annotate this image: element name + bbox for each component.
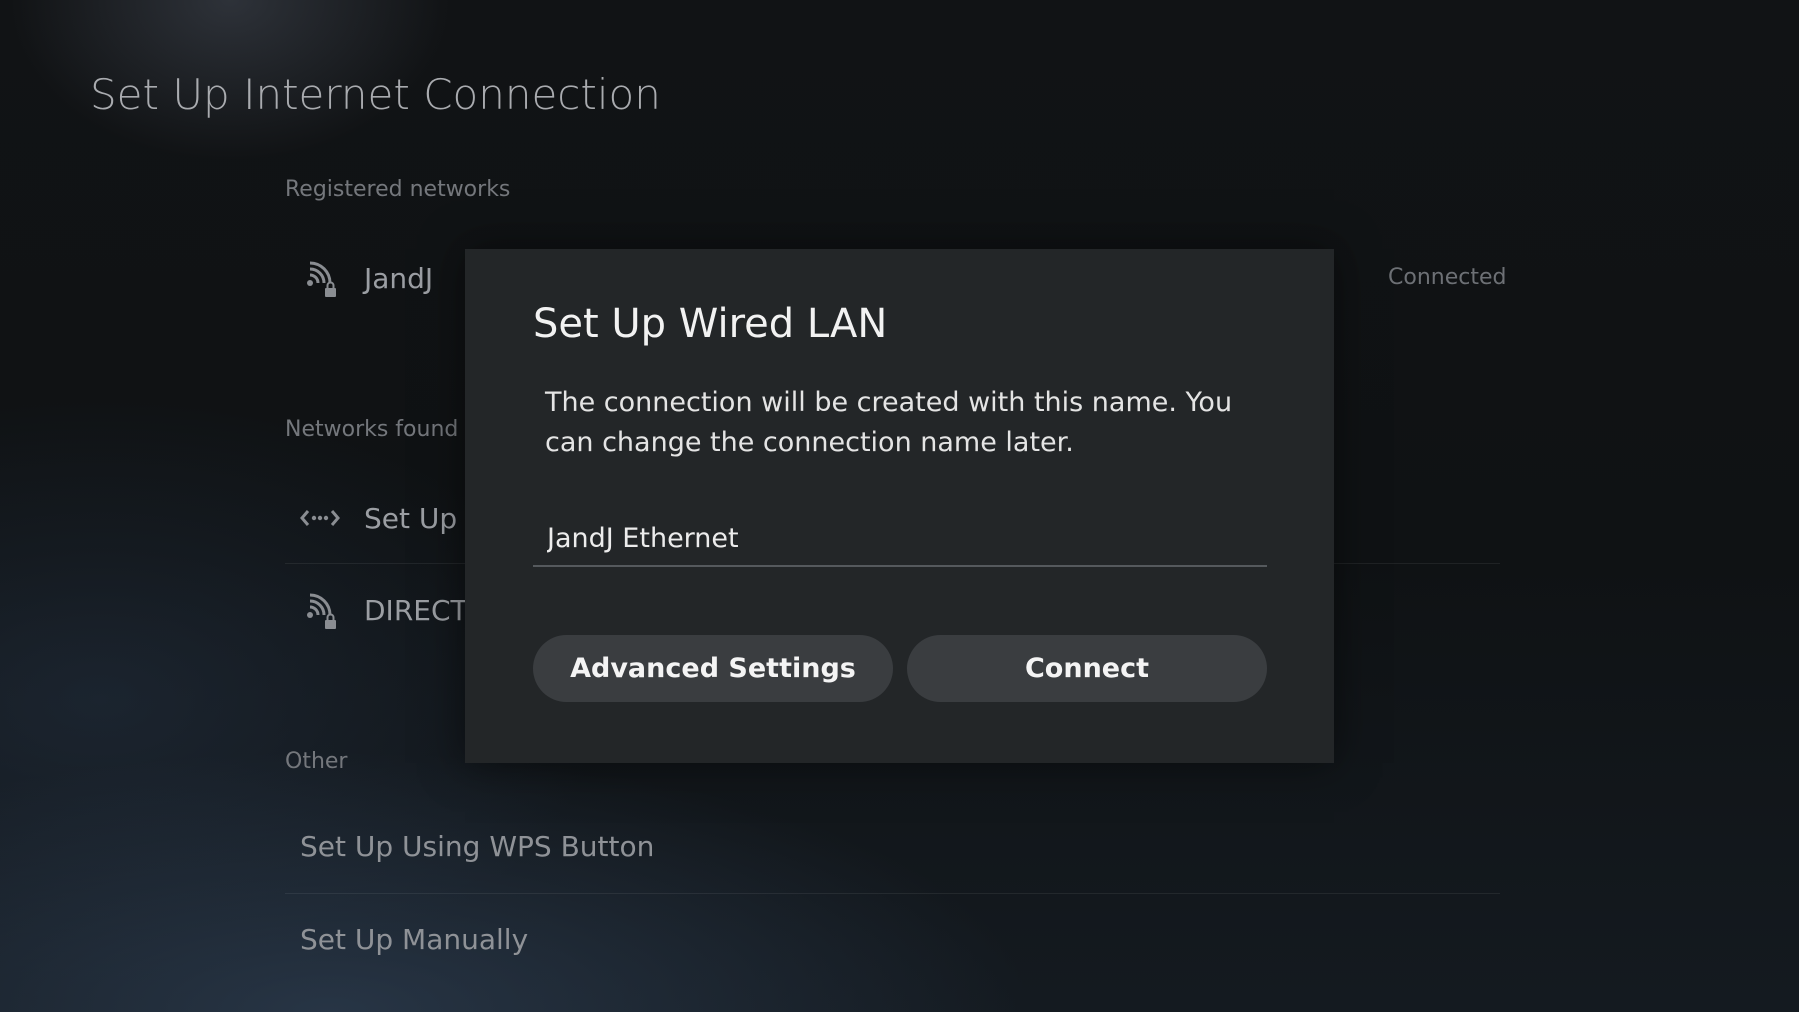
network-row-direct[interactable]: DIRECT- [300,580,475,640]
row-divider [285,893,1500,894]
section-label-registered: Registered networks [285,177,511,202]
dialog-title: Set Up Wired LAN [533,301,888,347]
wps-setup-item[interactable]: Set Up Using WPS Button [300,830,654,863]
connection-status: Connected [1388,265,1507,290]
network-name: JandJ [364,261,434,295]
page-title: Set Up Internet Connection [90,70,661,119]
network-name: DIRECT- [364,593,476,627]
manual-setup-item[interactable]: Set Up Manually [300,923,528,956]
advanced-settings-button[interactable]: Advanced Settings [533,635,893,702]
connection-name-field[interactable] [533,511,1267,567]
section-label-other: Other [285,749,348,774]
wifi-locked-icon [300,590,340,630]
section-label-found: Networks found [285,417,459,442]
wired-lan-dialog: Set Up Wired LAN The connection will be … [465,249,1334,763]
dialog-message: The connection will be created with this… [545,387,1233,458]
wifi-locked-icon [300,258,340,298]
connect-button[interactable]: Connect [907,635,1267,702]
network-row-jandj[interactable]: JandJ [300,248,433,308]
wired-lan-icon [300,498,340,538]
